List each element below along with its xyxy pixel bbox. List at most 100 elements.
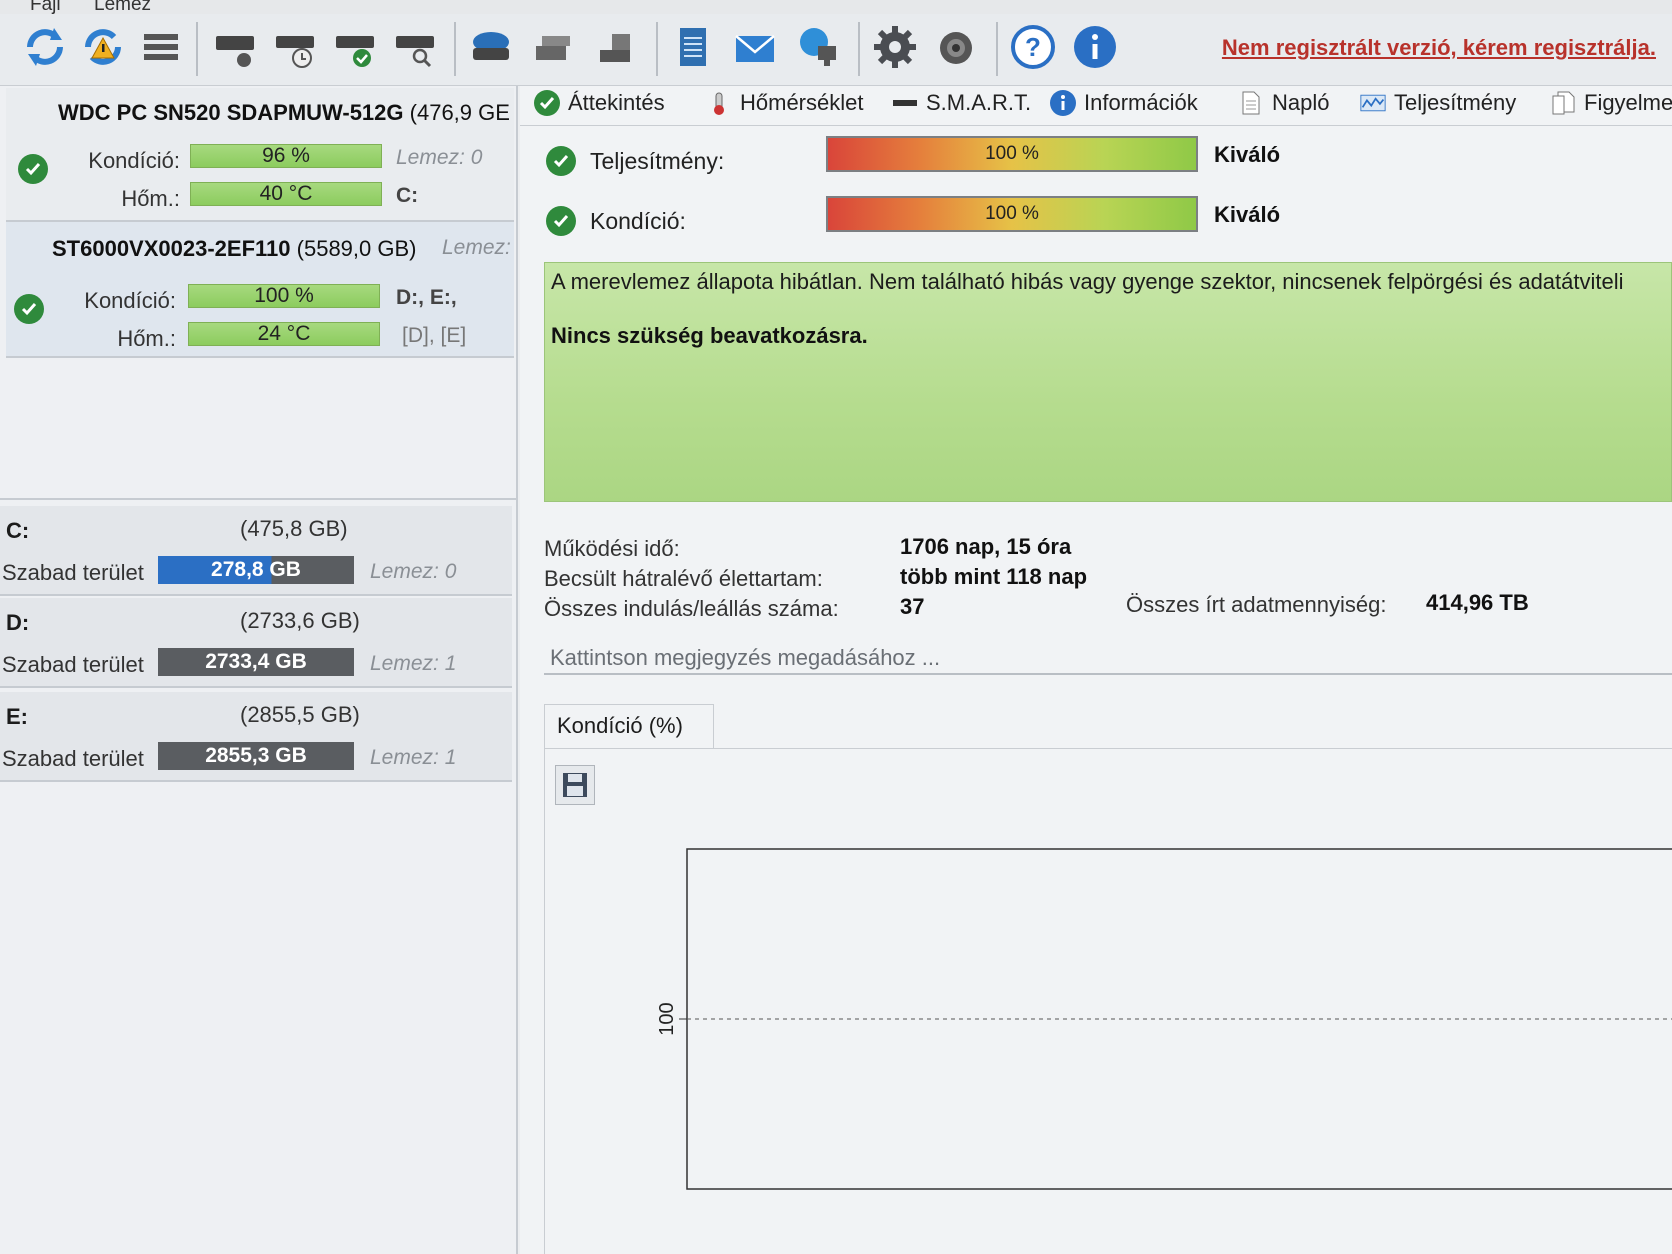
check-icon — [534, 90, 560, 116]
disk-size: (5589,0 GB) — [296, 236, 417, 261]
disk-tool-4-button[interactable] — [388, 18, 442, 76]
info-icon — [1074, 26, 1116, 68]
drives-icon — [536, 36, 570, 60]
toolbar-separator — [996, 22, 998, 76]
sound-button[interactable] — [930, 18, 984, 76]
tab-temperature[interactable]: Hőmérséklet — [706, 90, 863, 116]
toolbar-separator — [454, 22, 456, 76]
temp-bar: 40 °C — [190, 182, 382, 206]
health-bar: 96 % — [190, 144, 382, 168]
health-label: Kondíció: — [590, 208, 686, 234]
status-action: Nincs szükség beavatkozásra. — [551, 323, 868, 348]
hdd-icon — [216, 36, 254, 67]
tab-label: Hőmérséklet — [740, 90, 864, 115]
tab-label: Figyelme — [1584, 90, 1672, 115]
disk-list-icon — [144, 34, 178, 60]
health-label: Kondíció: — [88, 148, 180, 173]
free-space-label: Szabad terület — [2, 652, 144, 677]
refresh-button[interactable] — [18, 18, 72, 76]
note-input[interactable]: Kattintson megjegyzés megadásához ... — [544, 639, 1672, 675]
chart-tab-health[interactable]: Kondíció (%) — [544, 704, 714, 748]
svg-text:?: ? — [1025, 32, 1041, 62]
disk-tool-3-button[interactable] — [328, 18, 382, 76]
toolbar-separator — [656, 22, 658, 76]
tab-label: Napló — [1272, 90, 1330, 115]
tab-label: Áttekintés — [568, 90, 665, 115]
y-tick-label: 100 — [656, 1002, 678, 1035]
disk-tool-7-button[interactable] — [588, 18, 642, 76]
disk-tool-5-button[interactable] — [464, 18, 518, 76]
written-label: Összes írt adatmennyiség: — [1126, 592, 1387, 617]
status-text: A merevlemez állapota hibátlan. Nem talá… — [551, 269, 1624, 294]
health-grade: Kiváló — [1214, 202, 1281, 227]
tab-log[interactable]: Napló — [1238, 90, 1329, 116]
register-link[interactable]: Nem regisztrált verzió, kérem regisztrál… — [1222, 35, 1656, 61]
volume-card[interactable]: D: (2733,6 GB) Szabad terület 2733,4 GB … — [0, 598, 512, 688]
thermometer-icon — [706, 90, 732, 116]
disk-card-selected[interactable]: ST6000VX0023-2EF110 (5589,0 GB) Lemez: K… — [6, 222, 514, 358]
tab-label: Teljesítmény — [1394, 90, 1517, 115]
temp-bar: 24 °C — [188, 322, 380, 346]
chart-icon — [1360, 90, 1386, 116]
disk-tool-6-button[interactable] — [526, 18, 580, 76]
tab-alerts[interactable]: Figyelme — [1550, 90, 1672, 116]
tab-information[interactable]: Információk — [1050, 90, 1198, 116]
performance-grade: Kiváló — [1214, 142, 1281, 167]
volume-card[interactable]: E: (2855,5 GB) Szabad terület 2855,3 GB … — [0, 692, 512, 782]
volume-size: (2855,5 GB) — [240, 702, 360, 727]
disk-number: Lemez: — [442, 236, 511, 259]
disk-card[interactable]: WDC PC SN520 SDAPMUW-512G (476,9 GE Kond… — [6, 88, 514, 222]
drive-blue-icon — [473, 32, 509, 60]
volume-card[interactable]: C: (475,8 GB) Szabad terület 278,8 GB Le… — [0, 506, 512, 596]
drive-stack-icon — [600, 34, 630, 62]
tab-bar: Áttekintés Hőmérséklet S.M.A.R.T. Inform… — [520, 86, 1672, 126]
health-bar: 100 % — [188, 284, 380, 308]
panel-divider — [0, 498, 516, 500]
refresh-alert-button[interactable] — [76, 18, 130, 76]
check-icon — [14, 294, 44, 324]
free-space-bar: 2855,3 GB — [158, 742, 354, 770]
free-space-bar: 2733,4 GB — [158, 648, 354, 676]
help-button[interactable]: ? — [1006, 18, 1060, 76]
email-button[interactable] — [728, 18, 782, 76]
tab-label: Információk — [1084, 90, 1198, 115]
disk-list-button[interactable] — [134, 18, 188, 76]
check-icon — [546, 146, 576, 176]
document-stack-icon — [1550, 90, 1576, 116]
status-box: A merevlemez állapota hibátlan. Nem talá… — [544, 262, 1672, 502]
about-button[interactable] — [1068, 18, 1122, 76]
free-space-label: Szabad terület — [2, 560, 144, 585]
uptime-label: Működési idő: — [544, 536, 680, 561]
network-button[interactable] — [790, 18, 844, 76]
email-icon — [735, 35, 775, 62]
health-label: Kondíció: — [84, 288, 176, 313]
toolbar-separator — [858, 22, 860, 76]
toolbar: ? Nem regisztrált verzió, kérem regisztr… — [0, 14, 1672, 86]
hdd-clock-icon — [276, 36, 314, 68]
toolbar-separator — [196, 22, 198, 76]
drive-icon — [892, 90, 918, 116]
right-panel: Áttekintés Hőmérséklet S.M.A.R.T. Inform… — [520, 86, 1672, 1254]
starts-label: Összes indulás/leállás száma: — [544, 596, 839, 621]
gear-icon — [874, 26, 916, 68]
tab-smart[interactable]: S.M.A.R.T. — [892, 90, 1031, 116]
health-chart: 100 — [656, 848, 1672, 1190]
disk-model: WDC PC SN520 SDAPMUW-512G — [58, 100, 404, 125]
disk-tool-1-button[interactable] — [208, 18, 262, 76]
performance-bar: 100 % — [826, 136, 1198, 172]
left-panel: WDC PC SN520 SDAPMUW-512G (476,9 GE Kond… — [0, 86, 518, 1254]
refresh-icon — [27, 28, 63, 66]
tab-label: S.M.A.R.T. — [926, 90, 1032, 115]
hdd-check-icon — [336, 36, 374, 67]
tab-overview[interactable]: Áttekintés — [534, 90, 665, 116]
settings-button[interactable] — [868, 18, 922, 76]
volume-size: (475,8 GB) — [240, 516, 348, 541]
temp-label: Hőm.: — [121, 186, 180, 211]
report-icon — [680, 28, 706, 66]
report-button[interactable] — [666, 18, 720, 76]
volume-size: (2733,6 GB) — [240, 608, 360, 633]
help-icon: ? — [1011, 25, 1055, 69]
disk-tool-2-button[interactable] — [268, 18, 322, 76]
disk-volumes: D:, E:, — [396, 286, 457, 309]
tab-performance[interactable]: Teljesítmény — [1360, 90, 1516, 116]
